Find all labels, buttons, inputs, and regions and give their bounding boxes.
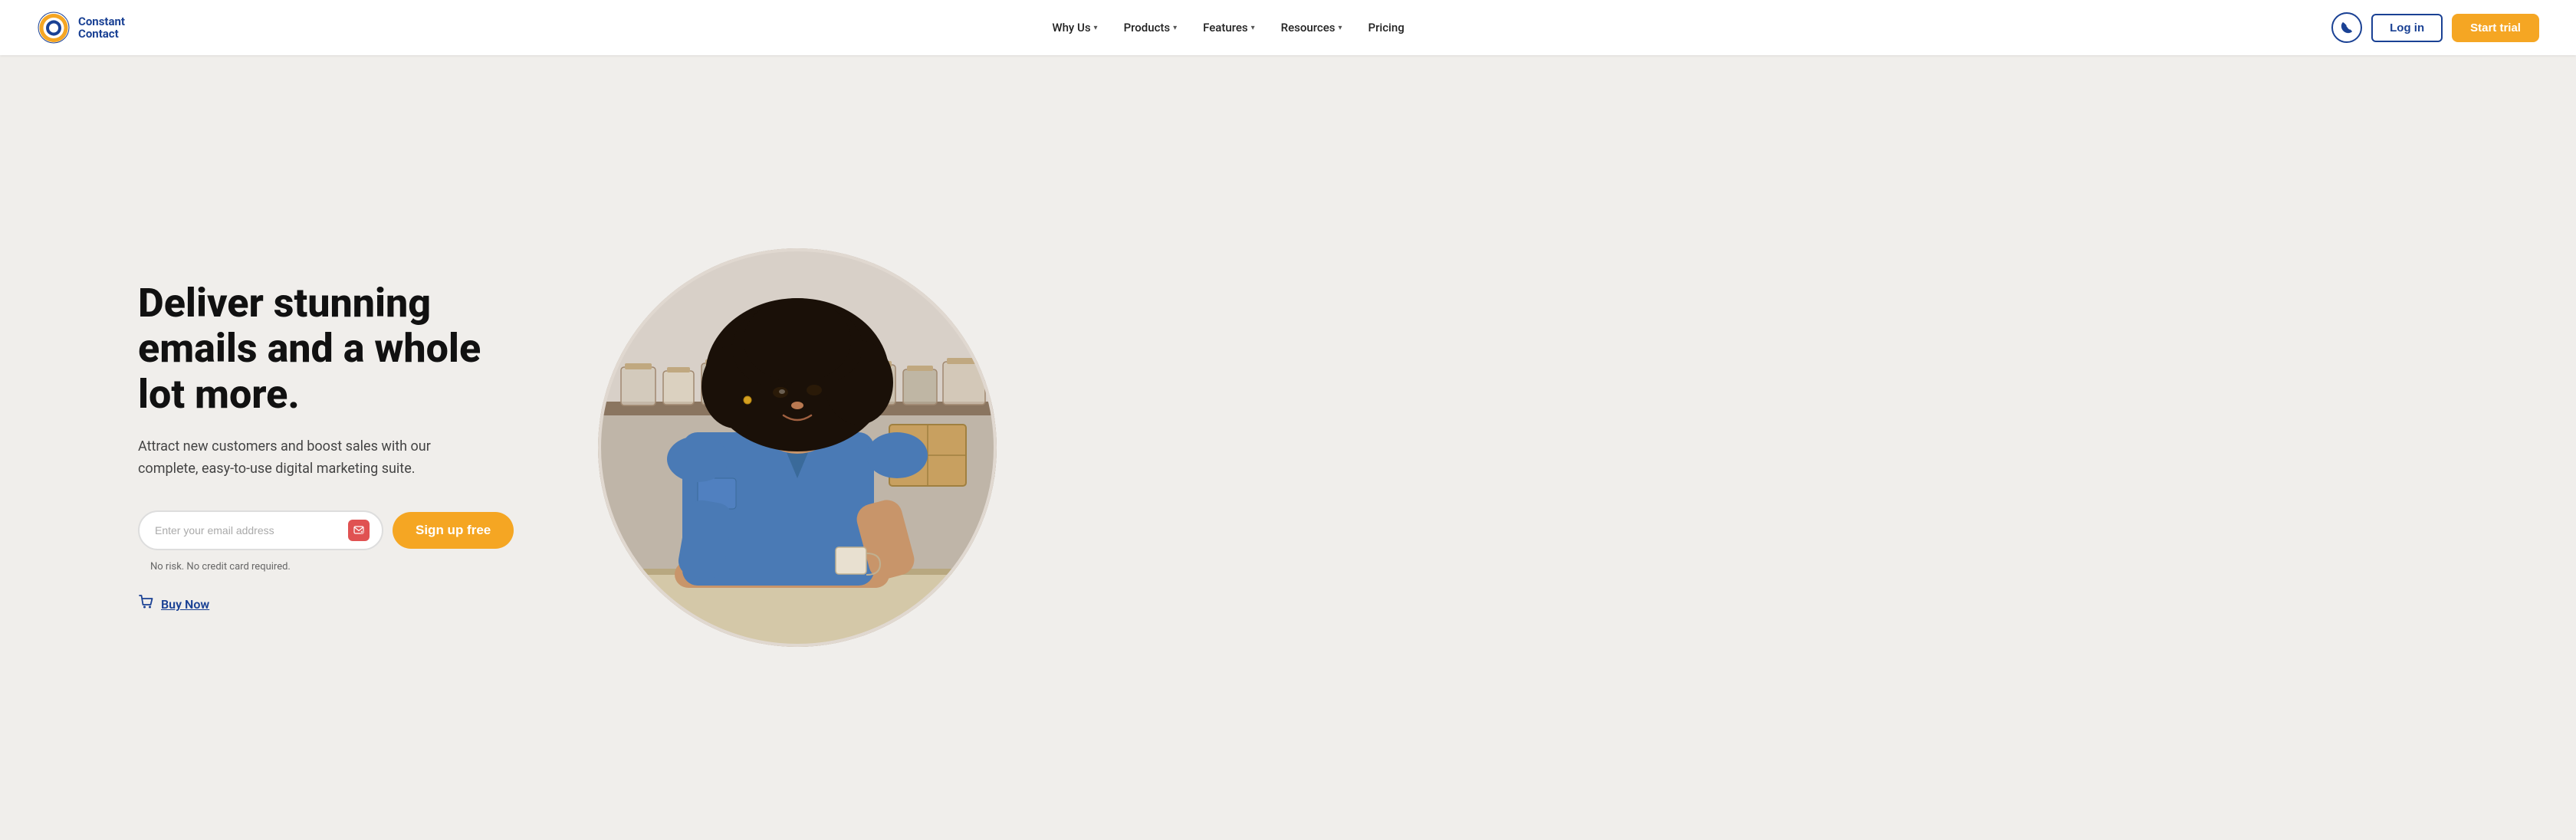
phone-button[interactable] [2331, 12, 2362, 43]
header-actions: Log in Start trial [2331, 12, 2539, 43]
main-nav: Why Us ▾ Products ▾ Features ▾ Resources… [1041, 15, 1414, 41]
logo-line1: Constant [78, 15, 125, 28]
email-input-wrapper[interactable] [138, 510, 383, 550]
logo-text: Constant Contact [78, 15, 125, 41]
hero-title: Deliver stunning emails and a whole lot … [138, 281, 537, 418]
hero-section: Deliver stunning emails and a whole lot … [0, 55, 2576, 840]
logo-line2: Contact [78, 28, 125, 41]
email-icon [348, 520, 370, 541]
nav-item-products[interactable]: Products ▾ [1113, 15, 1188, 41]
nav-item-resources[interactable]: Resources ▾ [1270, 15, 1353, 41]
login-button[interactable]: Log in [2371, 14, 2443, 42]
signup-form: Sign up free [138, 510, 537, 550]
chevron-down-icon: ▾ [1338, 24, 1342, 32]
logo-icon [37, 11, 71, 44]
hero-content: Deliver stunning emails and a whole lot … [138, 281, 537, 615]
hero-subtitle: Attract new customers and boost sales wi… [138, 436, 460, 481]
no-risk-text: No risk. No credit card required. [150, 561, 537, 573]
email-input[interactable] [155, 524, 348, 536]
start-trial-button[interactable]: Start trial [2452, 14, 2539, 42]
phone-icon [2341, 21, 2353, 34]
nav-label-features: Features [1203, 21, 1247, 34]
cart-icon [138, 594, 155, 615]
logo[interactable]: Constant Contact [37, 11, 125, 44]
hero-photo [598, 248, 997, 647]
chevron-down-icon: ▾ [1173, 24, 1177, 32]
chevron-down-icon: ▾ [1251, 24, 1255, 32]
shopping-cart-icon [138, 594, 155, 611]
nav-label-pricing: Pricing [1368, 21, 1405, 34]
nav-item-pricing[interactable]: Pricing [1358, 15, 1415, 41]
nav-item-why-us[interactable]: Why Us ▾ [1041, 15, 1108, 41]
hero-image-area [598, 248, 997, 647]
nav-label-products: Products [1124, 21, 1171, 34]
header: Constant Contact Why Us ▾ Products ▾ Fea… [0, 0, 2576, 55]
chevron-down-icon: ▾ [1094, 24, 1098, 32]
envelope-icon [353, 525, 364, 536]
signup-button[interactable]: Sign up free [393, 512, 514, 549]
nav-label-resources: Resources [1281, 21, 1336, 34]
buy-now-link[interactable]: Buy Now [138, 594, 537, 615]
buy-now-label: Buy Now [161, 597, 209, 612]
nav-item-features[interactable]: Features ▾ [1192, 15, 1266, 41]
nav-label-why-us: Why Us [1052, 21, 1090, 34]
hero-illustration [598, 248, 997, 647]
